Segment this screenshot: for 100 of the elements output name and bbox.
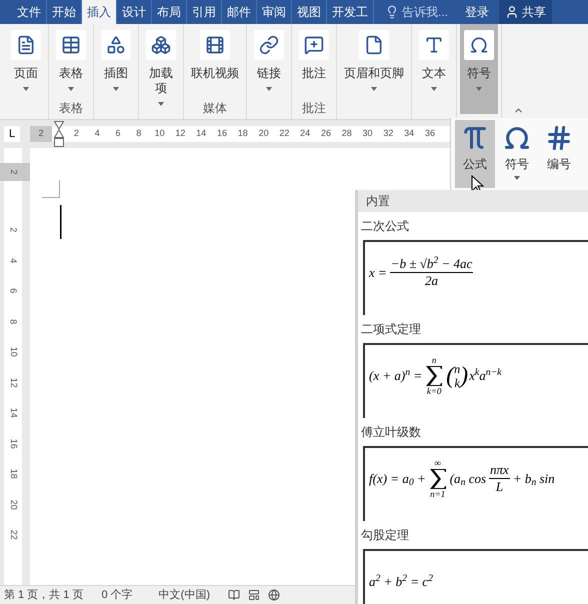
denominator: 2a (425, 273, 438, 289)
equation-title: 二次公式 (360, 218, 410, 235)
caret-icon (266, 87, 272, 91)
tell-me-field[interactable]: 告诉我... (382, 0, 452, 24)
ribbon-tab[interactable]: 插入 (82, 0, 117, 24)
caret-icon (113, 87, 119, 91)
ribbon-button[interactable]: 加载项 (142, 24, 180, 114)
ruler-number: 6 (114, 127, 122, 140)
ruler-number: 12 (174, 127, 186, 140)
cubes-icon (151, 35, 171, 55)
formula-text: x = (369, 264, 387, 282)
caret-icon (158, 102, 164, 106)
ruler-number: 2 (30, 126, 52, 142)
ruler-number: 14 (8, 408, 20, 418)
link-icon (259, 35, 279, 55)
omega-icon (469, 35, 489, 55)
sum-lower-limit: n=1 (430, 490, 446, 498)
ruler-number: 20 (258, 127, 270, 140)
pi-icon (461, 124, 489, 152)
formula-text: + b$_{n}$ sin (512, 470, 555, 488)
formula-text: (a$_{n}$ cos (450, 470, 486, 488)
ruler-number: 16 (8, 438, 20, 448)
ruler-number: 34 (403, 127, 416, 140)
margin-corner-mark (42, 180, 60, 198)
equation-preview[interactable]: a$^{2}$ + b$^{2}$ = c$^{2}$ (363, 549, 588, 604)
binomial-bottom: k (454, 376, 460, 390)
ruler-number: 2 (72, 127, 80, 140)
summation-icon (425, 364, 444, 386)
tab-selector[interactable]: L (4, 126, 20, 142)
ruler-number: 4 (8, 258, 20, 263)
ruler-number: 8 (135, 127, 142, 140)
page-count[interactable]: 第 1 页，共 1 页 (4, 586, 84, 604)
ruler-number: 12 (8, 377, 20, 388)
hash-icon (545, 124, 573, 152)
letter-icon (424, 35, 444, 55)
open-parenthesis: ( (446, 364, 454, 388)
file-icon (364, 35, 384, 55)
ruler-number: 26 (320, 127, 332, 140)
formula-text: f(x) = a$_{0}$ + (369, 470, 426, 488)
sum-upper-limit: n (432, 356, 436, 364)
ruler-number: 22 (278, 127, 290, 140)
ribbon-button[interactable]: 符号 (460, 24, 498, 114)
language-indicator[interactable]: 中文(中国) (158, 586, 210, 604)
gallery-header: 内置 (358, 190, 588, 212)
ruler-number: 30 (362, 127, 374, 140)
ruler-number: 20 (8, 499, 20, 510)
symbol-menu-button[interactable]: 公式 (455, 120, 495, 188)
numerator: −b ± √b$^{2}$ − 4ac (390, 256, 474, 273)
web-layout-icon[interactable] (268, 589, 280, 601)
ruler-number: 32 (382, 127, 394, 140)
denominator: L (496, 479, 504, 495)
numerator: nπx (489, 462, 510, 479)
ruler-number: 10 (154, 127, 166, 140)
person-icon (505, 5, 520, 19)
share-button[interactable]: 共享 (499, 0, 552, 24)
equation-preview[interactable]: x = −b ± √b$^{2}$ − 4ac 2a (363, 240, 588, 315)
equation-title: 傅立叶级数 (360, 424, 422, 441)
ruler-number: 36 (424, 127, 436, 140)
caret-icon (68, 87, 74, 91)
summation-icon (428, 468, 447, 490)
ribbon-button[interactable]: 链接 (250, 24, 288, 114)
ribbon-button[interactable]: 文本 (415, 24, 453, 114)
page-icon (16, 35, 36, 55)
ruler-number: 2 (8, 227, 20, 232)
film-icon (205, 35, 225, 55)
ruler-number: 14 (195, 127, 208, 140)
symbol-menu-button[interactable]: 编号 (539, 120, 579, 188)
tell-me-placeholder: 告诉我... (402, 4, 448, 21)
lightbulb-icon (385, 5, 399, 19)
group-label: 表格 (59, 102, 83, 114)
symbol-menu-button[interactable]: 符号 (497, 120, 537, 188)
read-mode-icon[interactable] (228, 589, 240, 601)
ruler-number: 22 (8, 530, 20, 540)
print-layout-icon[interactable] (248, 589, 260, 601)
close-parenthesis: ) (460, 364, 468, 388)
formula-text: x$^{k}$a$^{n−k}$ (469, 366, 502, 385)
ruler-number: 4 (94, 127, 101, 140)
ruler-number: 28 (340, 127, 353, 140)
ribbon-button[interactable]: 页眉和页脚 (340, 24, 408, 114)
formula-text: a$^{2}$ + b$^{2}$ = c$^{2}$ (369, 572, 433, 591)
ruler-number: 8 (8, 318, 20, 324)
equation-title: 二项式定理 (360, 321, 422, 338)
ruler-number: 18 (236, 127, 249, 140)
ruler-number: 6 (8, 288, 20, 294)
caret-icon (514, 176, 520, 180)
group-label: 媒体 (203, 102, 227, 114)
formula-text: (x + a)$^{n}$ = (369, 366, 422, 385)
word-count[interactable]: 0 个字 (101, 586, 133, 604)
comment-icon (304, 35, 324, 55)
text-cursor (60, 205, 62, 239)
table-icon (61, 35, 81, 55)
ribbon-button[interactable]: 页面 (7, 24, 45, 114)
sign-in-link[interactable]: 登录 (461, 0, 494, 24)
ruler-number: 16 (216, 127, 228, 140)
caret-icon (23, 87, 29, 91)
caret-icon (371, 87, 377, 91)
ribbon-button[interactable]: 插图 (97, 24, 135, 114)
ruler-number: 18 (8, 468, 20, 479)
caret-icon (431, 87, 437, 91)
binomial-top: n (454, 362, 460, 376)
